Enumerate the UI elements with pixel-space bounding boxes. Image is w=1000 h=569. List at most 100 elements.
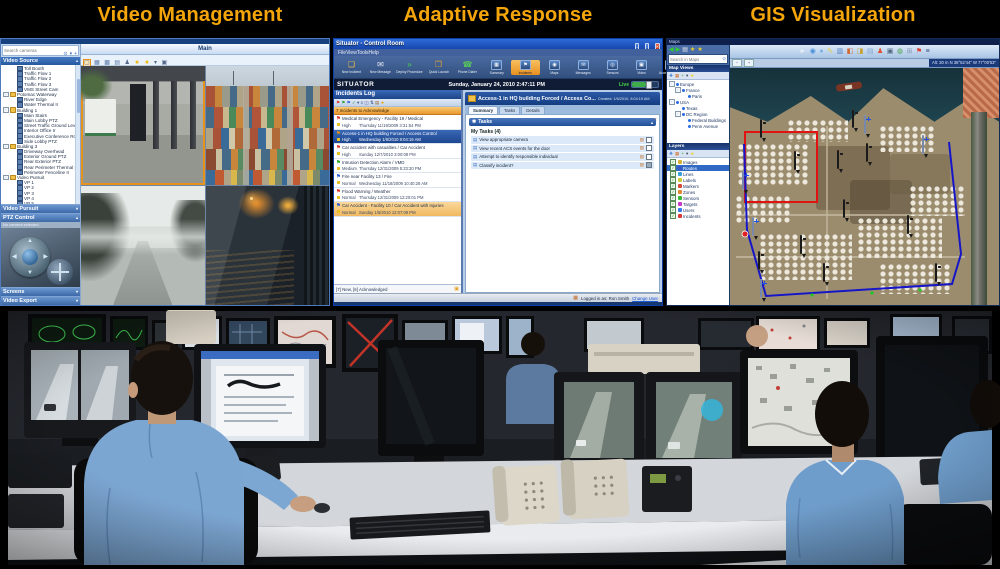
chevron-up-icon[interactable]: ▴ (76, 57, 78, 65)
camera-feed-night-dock[interactable] (206, 186, 330, 305)
camera-feed-foggy-road[interactable] (81, 186, 205, 305)
incident-tool-icon[interactable]: ◫ (364, 100, 368, 105)
task-checkbox[interactable] (646, 145, 652, 151)
layers-icon[interactable]: ▤ (867, 46, 874, 57)
favorite-star2-icon[interactable]: ★ (697, 46, 702, 54)
incident-tool-icon[interactable]: ⚑ (347, 100, 351, 105)
tree-scrollbar[interactable] (75, 65, 80, 204)
sensor-plus-marker[interactable] (752, 218, 761, 230)
fill-icon[interactable]: ◨ (857, 46, 864, 57)
layer-checkbox[interactable]: ✓ (670, 213, 676, 219)
globe2-icon[interactable]: ◍ (897, 46, 903, 57)
incident-tool-icon[interactable]: ▾ (357, 100, 359, 105)
camera-marker[interactable] (758, 252, 767, 264)
acknowledge-banner[interactable]: 7 Incidents to Acknowledge (334, 107, 461, 115)
camera-search[interactable]: ⊙▾+ (2, 45, 79, 56)
menu-item[interactable]: View (346, 50, 357, 56)
sensors-tab[interactable]: ◎ Sensors (598, 60, 627, 75)
detail-tab[interactable]: Tasks (499, 106, 520, 114)
zoom-in-button[interactable]: + (744, 59, 754, 67)
menu-item[interactable]: File (338, 50, 346, 56)
summary-tab[interactable]: ▦ Summary (482, 60, 511, 75)
grid-icon[interactable]: ▦ (675, 73, 679, 79)
sensor-plus-marker[interactable] (742, 172, 751, 184)
live-slider[interactable] (631, 81, 659, 88)
incident-tool-icon[interactable]: ✓ (352, 100, 356, 105)
pin-icon[interactable]: + (73, 51, 78, 57)
tasks-section-header[interactable]: ✱ Tasks ▴ (469, 118, 656, 126)
edit-task-icon[interactable]: ▨ (640, 137, 644, 143)
incident-tool-icon[interactable]: ▤ (375, 100, 379, 105)
task-row[interactable]: ▤ View appropriate camera ▨ (471, 136, 654, 144)
pan-down-icon[interactable]: ▼ (27, 270, 33, 276)
camera-tool-icon[interactable]: ▣ (887, 46, 894, 57)
detail-tab[interactable]: Summary (468, 106, 498, 114)
unit-marker-green-small[interactable] (800, 236, 809, 248)
page-icon[interactable]: ▤ (682, 46, 688, 54)
expander-icon[interactable]: - (3, 175, 9, 181)
unit-marker-magenta[interactable] (823, 264, 832, 276)
expander-icon[interactable]: - (669, 81, 675, 87)
back-arrow-icon[interactable]: ◀ (669, 46, 674, 54)
task-row[interactable]: ▤ Attempt to identify responsible indivi… (471, 153, 654, 161)
draw-icon[interactable]: ✎ (827, 46, 833, 57)
expander-icon[interactable]: - (669, 99, 675, 105)
unit-marker-red[interactable] (837, 151, 846, 163)
incident-tool-icon[interactable]: ≡ (361, 100, 364, 105)
camera-feed-container-yard[interactable] (206, 66, 330, 185)
forward-arrow-icon[interactable]: ▶ (676, 46, 681, 54)
incident-row[interactable]: ⚑ Access-1 in HQ building Forced / Acces… (334, 130, 461, 145)
sphere-icon[interactable]: ● (819, 46, 823, 57)
menu-icon[interactable]: ≡ (926, 46, 930, 57)
sensor-plus-marker[interactable] (760, 280, 769, 292)
camera-marker[interactable] (852, 110, 861, 122)
ptz-control-panel-header[interactable]: PTZ Control▴ (1, 213, 80, 222)
incident-tool-icon[interactable]: ⇅ (370, 100, 374, 105)
new-incident-button[interactable]: ❏ New Incident (337, 60, 366, 74)
edit-task-icon[interactable]: ▨ (640, 154, 644, 160)
camera-marker[interactable] (935, 264, 944, 276)
new-message-button[interactable]: ✉ New Message (366, 60, 395, 74)
grid-tool-icon[interactable]: ⊞ (906, 46, 912, 57)
layer-item[interactable]: ✓ Incidents (667, 213, 729, 219)
plus-icon[interactable]: + (681, 73, 684, 79)
quick-launch-button[interactable]: ❒ Quick Launch (424, 60, 453, 74)
phone-dialer-button[interactable]: ☎ Phone Dialer (453, 60, 482, 74)
favorite-star-icon[interactable]: ★ (690, 46, 695, 54)
incident-row[interactable]: ⚑ Flood Warning / Weather Normal Thursda… (334, 188, 461, 203)
unit-marker-yellow[interactable] (866, 144, 875, 156)
expander-icon[interactable]: - (675, 111, 681, 117)
maps-tab[interactable]: ◉ Maps (540, 60, 569, 75)
task-checkbox[interactable] (646, 137, 652, 143)
zoom-out-button[interactable]: − (732, 59, 742, 67)
grid-icon[interactable]: ▦ (675, 151, 679, 157)
menu-item[interactable]: Help (369, 50, 379, 56)
pointer-icon[interactable]: ► (799, 46, 806, 57)
pan-right-icon[interactable]: ▶ (43, 254, 48, 260)
incident-tool-icon[interactable]: ★ (381, 100, 385, 105)
task-checkbox[interactable] (646, 162, 652, 168)
globe-icon[interactable]: ◉ (810, 46, 816, 57)
incident-tool-icon[interactable]: ⚑ (341, 100, 345, 105)
deploy-procedure-button[interactable]: » Deploy Procedure (395, 60, 424, 74)
expander-icon[interactable]: - (3, 107, 9, 113)
task-checkbox[interactable] (646, 154, 652, 160)
incident-row[interactable]: ⚑ Fire near Facility 13 / Fire Normal We… (334, 173, 461, 188)
incidents-tab[interactable]: ⚑ Incidents (511, 60, 540, 75)
sensor-plus-marker[interactable] (864, 116, 873, 128)
video-pursuit-panel-header[interactable]: Video Pursuit▾ (1, 204, 80, 213)
search-input[interactable] (669, 57, 722, 62)
messages-tab[interactable]: ✉ Messages (569, 60, 598, 75)
ptz-joystick[interactable]: ▲ ▼ ◀ ▶ (10, 237, 50, 277)
edit-task-icon[interactable]: ▨ (640, 162, 644, 168)
camera-marker[interactable] (760, 120, 769, 132)
incident-row[interactable]: ⚑ Car accident with casualties / Car Acc… (334, 144, 461, 159)
pan-up-icon[interactable]: ▲ (27, 238, 33, 244)
dropdown-icon[interactable]: ▾ (686, 73, 688, 79)
camera-tree-item[interactable]: - VP 5 (1, 201, 80, 204)
incident-tool-icon[interactable]: ⚑ (336, 100, 340, 105)
screens-panel-header[interactable]: Screens▾ (1, 287, 80, 296)
close-icon[interactable]: ✕ (653, 117, 657, 123)
search-icon[interactable]: ⊙ (62, 51, 68, 57)
incident-row[interactable]: ⚑ Intrusion Detection Alarm / VMD Medium… (334, 159, 461, 174)
